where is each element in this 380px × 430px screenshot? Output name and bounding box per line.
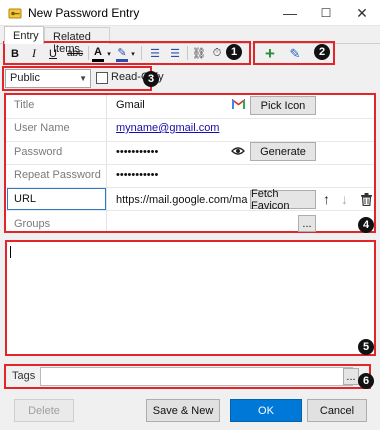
edit-icon[interactable]: ✎ [287, 45, 303, 62]
groups-browse-button[interactable]: ... [298, 215, 316, 232]
insert-date-button[interactable]: ⏱ [209, 45, 225, 62]
window-title: New Password Entry [28, 6, 140, 20]
toolbar-separator [141, 46, 142, 60]
tags-browse-button[interactable]: ... [343, 368, 359, 385]
generate-button[interactable]: Generate [250, 142, 316, 161]
text-caret [10, 246, 11, 258]
toolbar-separator [88, 46, 89, 60]
highlight-button[interactable]: ✎ [116, 45, 128, 62]
bullet-list-button[interactable]: ☰ [147, 45, 163, 62]
username-field[interactable]: myname@gmail.com [116, 122, 219, 134]
arrow-down-icon[interactable]: ↓ [341, 191, 348, 207]
password-label: Password [14, 146, 63, 158]
add-icon[interactable]: + [262, 44, 278, 63]
bold-button[interactable]: B [8, 45, 22, 62]
annotation-badge-4: 4 [358, 217, 374, 233]
title-field[interactable]: Gmail [116, 99, 145, 111]
repeat-password-label: Repeat Password [14, 169, 101, 181]
ok-button[interactable]: OK [230, 399, 302, 422]
tags-label: Tags [12, 370, 36, 382]
app-key-icon [8, 8, 22, 19]
trash-icon[interactable] [361, 193, 372, 206]
title-row [6, 95, 374, 119]
chevron-down-icon: ▼ [79, 74, 87, 83]
title-label: Title [14, 99, 35, 111]
gmail-icon [232, 99, 245, 109]
username-label: User Name [14, 122, 70, 134]
italic-button[interactable]: I [27, 45, 41, 62]
annotation-badge-5: 5 [358, 339, 374, 355]
eye-icon[interactable] [231, 146, 245, 156]
chevron-down-icon[interactable]: ▾ [129, 45, 137, 62]
maximize-button[interactable]: ☐ [308, 0, 344, 26]
visibility-select[interactable]: Public ▼ [5, 69, 91, 88]
strikethrough-button[interactable]: abc [65, 45, 85, 62]
fetch-favicon-button[interactable]: Fetch Favicon [250, 188, 316, 212]
tags-input[interactable] [40, 367, 353, 386]
font-color-button[interactable]: A [92, 45, 104, 62]
password-field[interactable]: ••••••••••• [116, 146, 158, 158]
readonly-checkbox[interactable] [96, 72, 108, 84]
annotation-badge-6: 6 [358, 373, 374, 389]
url-field[interactable]: https://mail.google.com/mail/u [116, 194, 248, 206]
minimize-button[interactable]: — [272, 0, 308, 26]
save-and-new-button[interactable]: Save & New [146, 399, 220, 422]
annotation-badge-2: 2 [314, 44, 330, 60]
numbered-list-button[interactable]: ☰ [167, 45, 183, 62]
close-button[interactable]: ✕ [344, 0, 380, 26]
delete-button[interactable]: Delete [14, 399, 74, 422]
link-button[interactable]: ⛓ [191, 45, 207, 62]
notes-editor[interactable] [5, 240, 376, 356]
repeat-password-field[interactable]: ••••••••••• [116, 169, 158, 181]
url-label: URL [14, 193, 37, 205]
visibility-selected-value: Public [10, 72, 40, 84]
pick-icon-button[interactable]: Pick Icon [250, 96, 316, 115]
toolbar-separator [187, 46, 188, 60]
groups-label: Groups [14, 218, 51, 230]
chevron-down-icon[interactable]: ▾ [105, 45, 113, 62]
tab-entry[interactable]: Entry [4, 26, 44, 44]
underline-button[interactable]: U [46, 45, 60, 62]
annotation-badge-3: 3 [143, 71, 159, 87]
cancel-button[interactable]: Cancel [307, 399, 367, 422]
annotation-badge-1: 1 [226, 44, 242, 60]
arrow-up-icon[interactable]: ↑ [323, 191, 330, 207]
